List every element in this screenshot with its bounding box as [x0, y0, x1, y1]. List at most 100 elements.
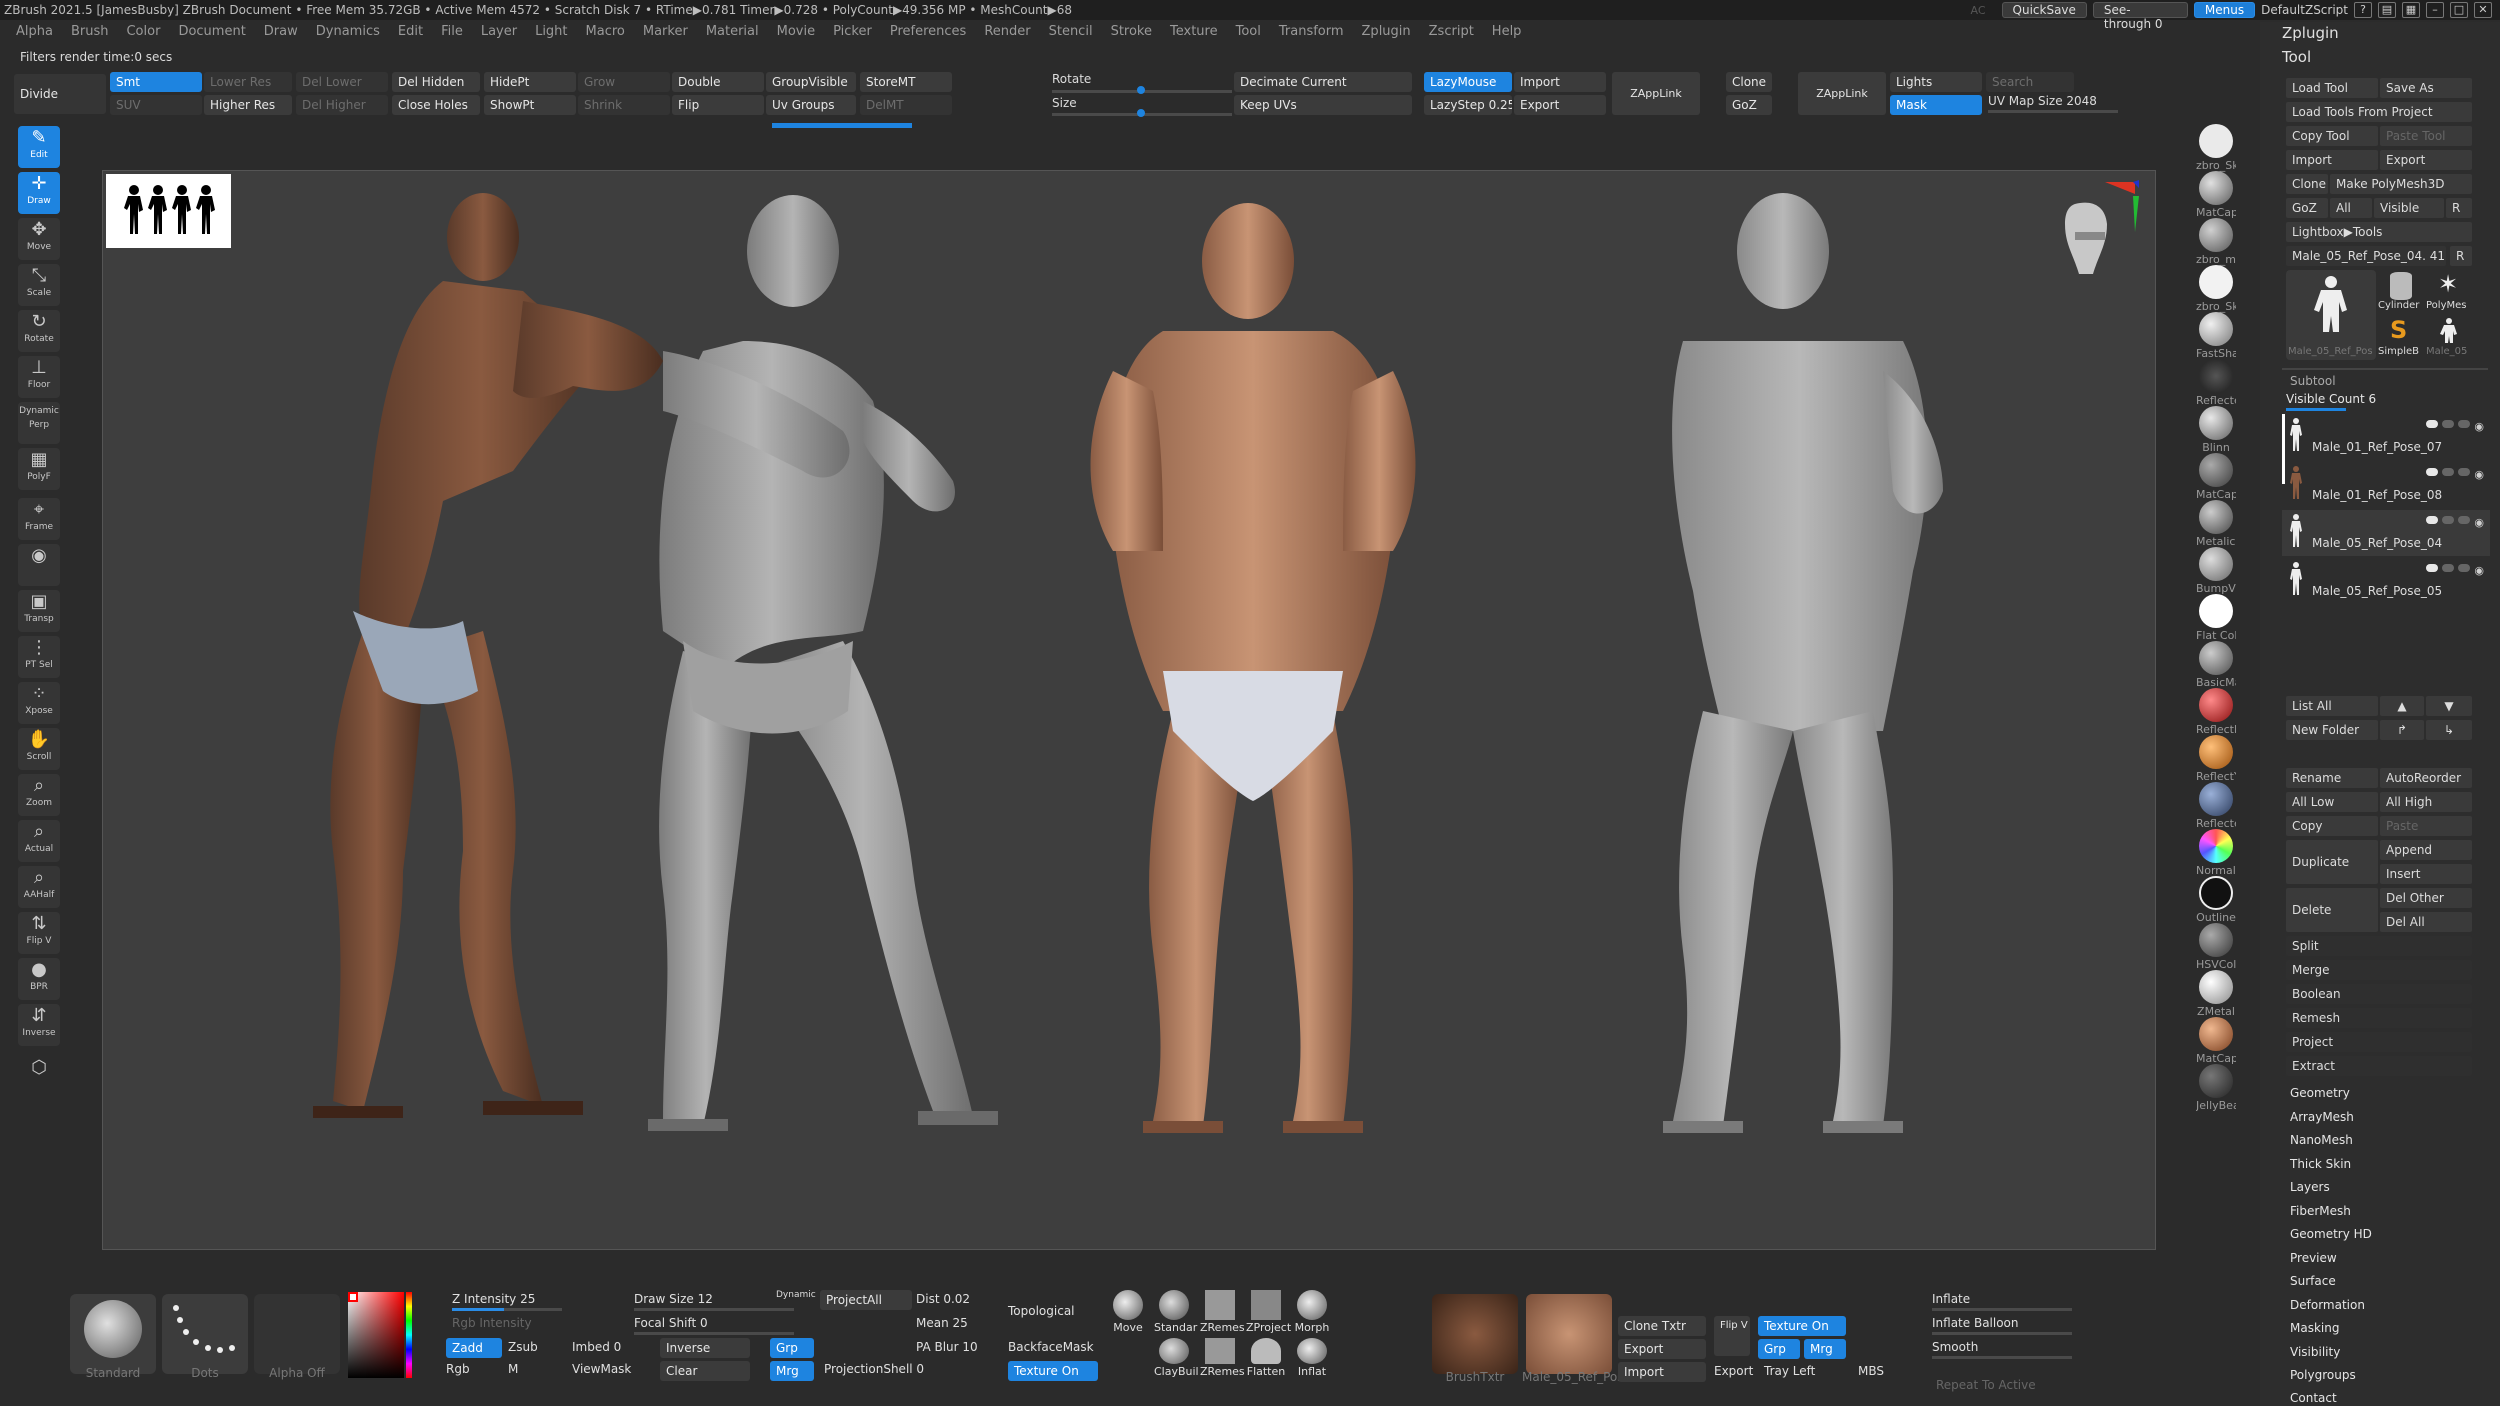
dist-slider[interactable]: Dist 0.02	[916, 1292, 970, 1306]
texture-export-button[interactable]: Export	[1618, 1339, 1706, 1359]
menu-item[interactable]: Marker	[643, 22, 688, 42]
mean-slider[interactable]: Mean 25	[916, 1316, 968, 1330]
all-low-button[interactable]: All Low	[2286, 792, 2378, 812]
quicksave-button[interactable]: QuickSave	[2001, 2, 2087, 18]
menu-item[interactable]: File	[441, 22, 463, 42]
zsub-toggle[interactable]: Zsub	[508, 1340, 538, 1354]
toggle-icon[interactable]	[2442, 468, 2455, 476]
close-holes-button[interactable]: Close Holes	[392, 95, 480, 115]
toggle-icon[interactable]	[2442, 564, 2455, 572]
actual-button[interactable]: ⌕ Actual	[18, 820, 60, 862]
menu-item[interactable]: Alpha	[16, 22, 53, 42]
goz-visible-button[interactable]: Visible	[2374, 198, 2444, 218]
section-preview[interactable]: Preview	[2290, 1251, 2337, 1265]
tool-import-button[interactable]: Import	[2286, 150, 2378, 170]
material-slot[interactable]: MatCap	[2196, 1017, 2236, 1066]
flip-button[interactable]: Flip	[672, 95, 764, 115]
tool-clone-button[interactable]: Clone	[2286, 174, 2328, 194]
mrg-toggle[interactable]: Mrg	[770, 1361, 814, 1381]
material-slot[interactable]: FastSha	[2196, 312, 2236, 361]
del-higher-button[interactable]: Del Higher	[296, 95, 388, 115]
section-geometry[interactable]: Geometry	[2290, 1086, 2350, 1100]
focal-shift-slider[interactable]: Focal Shift 0	[634, 1316, 708, 1330]
menu-item[interactable]: Brush	[71, 22, 109, 42]
focal-shift-track[interactable]	[634, 1332, 794, 1335]
brush-zremesher-2[interactable]: ZRemes	[1200, 1338, 1245, 1379]
remesh-section[interactable]: Remesh	[2286, 1008, 2472, 1028]
showpt-button[interactable]: ShowPt	[484, 95, 576, 115]
section-fibermesh[interactable]: FiberMesh	[2290, 1204, 2351, 1218]
section-contact[interactable]: Contact	[2290, 1391, 2337, 1405]
del-all-button[interactable]: Del All	[2380, 912, 2472, 932]
transp-button[interactable]: ▣ Transp	[18, 590, 60, 632]
goz-r-button[interactable]: R	[2446, 198, 2472, 218]
tool-title[interactable]: Tool	[2282, 48, 2311, 66]
material-slot[interactable]: zbro_Sk	[2196, 124, 2236, 173]
move-up-icon[interactable]: ▲	[2380, 696, 2424, 716]
section-deformation[interactable]: Deformation	[2290, 1298, 2365, 1312]
brush-standard-thumb[interactable]	[70, 1294, 156, 1374]
brush-morph[interactable]: Morph	[1292, 1290, 1332, 1335]
eye-icon[interactable]: ◉	[2474, 516, 2484, 529]
lightbox-tools-button[interactable]: Lightbox▶Tools	[2286, 222, 2472, 242]
current-tool-r-button[interactable]: R	[2450, 246, 2472, 266]
menu-item[interactable]: Zscript	[1429, 22, 1474, 42]
rename-button[interactable]: Rename	[2286, 768, 2378, 788]
backfacemask-toggle[interactable]: BackfaceMask	[1008, 1340, 1094, 1354]
mbs-button[interactable]: MBS	[1858, 1364, 1884, 1378]
projectall-button[interactable]: ProjectAll	[820, 1290, 912, 1310]
hue-slider[interactable]	[406, 1292, 412, 1378]
make-polymesh3d-button[interactable]: Make PolyMesh3D	[2330, 174, 2472, 194]
grow-button[interactable]: Grow	[578, 72, 670, 92]
pt-sel-button[interactable]: ⋮ PT Sel	[18, 636, 60, 678]
menu-item[interactable]: Movie	[777, 22, 815, 42]
toggle-icon[interactable]	[2458, 564, 2471, 572]
projectionshell-slider[interactable]: ProjectionShell 0	[824, 1362, 924, 1376]
menu-item[interactable]: Texture	[1170, 22, 1218, 42]
inverse-button[interactable]: Inverse	[660, 1338, 750, 1358]
rgb-intensity-slider[interactable]: Rgb Intensity	[452, 1316, 532, 1330]
section-thick-skin[interactable]: Thick Skin	[2290, 1157, 2351, 1171]
menu-item[interactable]: Preferences	[890, 22, 966, 42]
draw-size-slider[interactable]: Draw Size 12	[634, 1292, 713, 1306]
section-masking[interactable]: Masking	[2290, 1321, 2339, 1335]
toggle-icon[interactable]	[2458, 420, 2471, 428]
edit-button[interactable]: ✎ Edit	[18, 126, 60, 168]
material-slot[interactable]: MetalicC	[2196, 500, 2236, 549]
material-slot[interactable]: MatCap	[2196, 453, 2236, 502]
viewmask-button[interactable]: ViewMask	[572, 1362, 631, 1376]
clone-txtr-button[interactable]: Clone Txtr	[1618, 1316, 1706, 1336]
material-slot[interactable]: zbro_Sk	[2196, 265, 2236, 314]
toggle-icon[interactable]	[2458, 516, 2471, 524]
visible-count-slider[interactable]: Visible Count 6	[2286, 392, 2376, 406]
material-slot[interactable]: zbro_mc	[2196, 218, 2236, 267]
see-through-slider[interactable]: See-through 0	[2092, 2, 2188, 31]
lazymouse-toggle[interactable]: LazyMouse	[1424, 72, 1512, 92]
uv-map-size-slider[interactable]	[1988, 110, 2118, 113]
brush-flatten[interactable]: Flatten	[1246, 1338, 1286, 1379]
section-layers[interactable]: Layers	[2290, 1180, 2330, 1194]
section-visibility[interactable]: Visibility	[2290, 1345, 2340, 1359]
paste-tool-button[interactable]: Paste Tool	[2380, 126, 2472, 146]
flip-v-texture-button[interactable]: Flip V	[1714, 1316, 1750, 1356]
material-slot[interactable]: NormalI	[2196, 829, 2236, 878]
lazystep-slider[interactable]: LazyStep 0.25	[1424, 95, 1512, 115]
frame-button[interactable]: ⌖ Frame	[18, 498, 60, 540]
menu-item[interactable]: Help	[1492, 22, 1522, 42]
subtool-item-selected[interactable]: ◉ Male_05_Ref_Pose_04	[2282, 510, 2490, 556]
subtool-item[interactable]: ◉ Male_01_Ref_Pose_07	[2282, 414, 2490, 484]
move-down-icon[interactable]: ▼	[2426, 696, 2472, 716]
divide-button[interactable]: Divide	[14, 74, 106, 114]
zapplink-button-2[interactable]: ZAppLink	[1798, 72, 1886, 115]
append-button[interactable]: Append	[2380, 840, 2472, 860]
eye-icon[interactable]: ◉	[2474, 420, 2484, 433]
menu-item[interactable]: Zplugin	[1362, 22, 1411, 42]
del-other-button[interactable]: Del Other	[2380, 888, 2472, 908]
aahalf-button[interactable]: ⌕ AAHalf	[18, 866, 60, 908]
toggle-icon[interactable]	[2426, 516, 2439, 524]
smooth-track[interactable]	[1932, 1356, 2072, 1359]
load-tool-button[interactable]: Load Tool	[2286, 78, 2378, 98]
maximize-icon[interactable]: □	[2450, 2, 2468, 18]
section-polygroups[interactable]: Polygroups	[2290, 1368, 2356, 1382]
shrink-button[interactable]: Shrink	[578, 95, 670, 115]
